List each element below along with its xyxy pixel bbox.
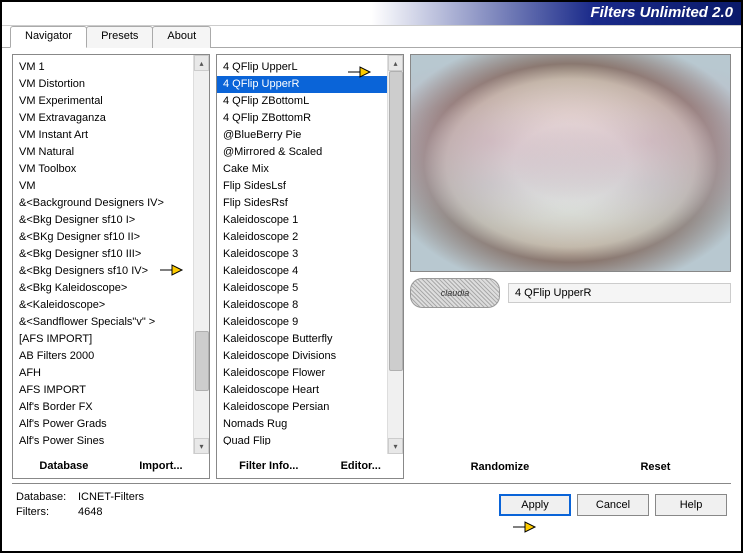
list-item[interactable]: &<BKg Designer sf10 II>: [13, 229, 209, 246]
preview-panel: claudia 4 QFlip UpperR Randomize Reset: [410, 54, 731, 479]
list-item[interactable]: &<Background Designers IV>: [13, 195, 209, 212]
list-item[interactable]: Kaleidoscope 5: [217, 280, 403, 297]
list-item[interactable]: VM Natural: [13, 144, 209, 161]
list-item[interactable]: VM Toolbox: [13, 161, 209, 178]
filter-list[interactable]: 4 QFlip UpperL 4 QFlip UpperR 4 QFlip ZB…: [217, 55, 403, 445]
list-item[interactable]: &<Sandflower Specials"v" >: [13, 314, 209, 331]
filter-info-button[interactable]: Filter Info...: [235, 458, 302, 474]
cancel-button[interactable]: Cancel: [577, 494, 649, 516]
list-item[interactable]: Flip SidesRsf: [217, 195, 403, 212]
scroll-thumb[interactable]: [389, 71, 403, 371]
selected-filter-name: 4 QFlip UpperR: [508, 283, 731, 303]
tab-navigator[interactable]: Navigator: [10, 26, 87, 48]
list-item[interactable]: VM Extravaganza: [13, 110, 209, 127]
category-list[interactable]: VM 1 VM Distortion VM Experimental VM Ex…: [13, 55, 209, 445]
filters-count: 4648: [78, 506, 102, 518]
list-item[interactable]: [AFS IMPORT]: [13, 331, 209, 348]
scroll-down-icon[interactable]: ▾: [194, 438, 209, 454]
list-item[interactable]: Quad Flip: [217, 433, 403, 445]
tab-presets[interactable]: Presets: [86, 26, 153, 48]
list-item[interactable]: Alf's Power Grads: [13, 416, 209, 433]
list-item[interactable]: 4 QFlip UpperL: [217, 59, 403, 76]
list-item[interactable]: VM: [13, 178, 209, 195]
list-item[interactable]: Flip SidesLsf: [217, 178, 403, 195]
list-item[interactable]: VM 1: [13, 59, 209, 76]
list-item[interactable]: AB Filters 2000: [13, 348, 209, 365]
list-item[interactable]: Alf's Border FX: [13, 399, 209, 416]
scroll-down-icon[interactable]: ▾: [388, 438, 403, 454]
watermark-badge: claudia: [410, 278, 500, 308]
list-item[interactable]: VM Instant Art: [13, 127, 209, 144]
database-label: Database:: [16, 490, 78, 505]
database-button[interactable]: Database: [35, 458, 92, 474]
apply-button[interactable]: Apply: [499, 494, 571, 516]
list-item[interactable]: @BlueBerry Pie: [217, 127, 403, 144]
filters-label: Filters:: [16, 505, 78, 520]
list-item[interactable]: &<Bkg Kaleidoscope>: [13, 280, 209, 297]
list-item[interactable]: @Mirrored & Scaled: [217, 144, 403, 161]
list-item[interactable]: VM Distortion: [13, 76, 209, 93]
list-item[interactable]: VM Experimental: [13, 93, 209, 110]
list-item[interactable]: Kaleidoscope 1: [217, 212, 403, 229]
main-content: VM 1 VM Distortion VM Experimental VM Ex…: [2, 47, 741, 483]
scroll-up-icon[interactable]: ▴: [194, 55, 209, 71]
list-item[interactable]: 4 QFlip ZBottomR: [217, 110, 403, 127]
list-item[interactable]: Alf's Power Sines: [13, 433, 209, 445]
list-item[interactable]: AFS IMPORT: [13, 382, 209, 399]
editor-button[interactable]: Editor...: [337, 458, 385, 474]
list-item[interactable]: Kaleidoscope 4: [217, 263, 403, 280]
list-item[interactable]: Kaleidoscope 9: [217, 314, 403, 331]
list-item[interactable]: Kaleidoscope 8: [217, 297, 403, 314]
reset-button[interactable]: Reset: [636, 459, 674, 475]
scroll-thumb[interactable]: [195, 331, 209, 391]
list-item[interactable]: Kaleidoscope Persian: [217, 399, 403, 416]
list-item[interactable]: Cake Mix: [217, 161, 403, 178]
footer: Database:ICNET-Filters Filters:4648 Appl…: [2, 484, 741, 526]
list-item[interactable]: &<Bkg Designer sf10 I>: [13, 212, 209, 229]
list-item[interactable]: 4 QFlip UpperR: [217, 76, 403, 93]
scrollbar[interactable]: ▴ ▾: [193, 55, 209, 454]
list-item[interactable]: Kaleidoscope Divisions: [217, 348, 403, 365]
preview-image: [410, 54, 731, 272]
help-button[interactable]: Help: [655, 494, 727, 516]
list-item[interactable]: 4 QFlip ZBottomL: [217, 93, 403, 110]
list-item[interactable]: Kaleidoscope 3: [217, 246, 403, 263]
tab-about[interactable]: About: [152, 26, 211, 48]
list-item[interactable]: Kaleidoscope Heart: [217, 382, 403, 399]
list-item[interactable]: Kaleidoscope Flower: [217, 365, 403, 382]
list-item[interactable]: Nomads Rug: [217, 416, 403, 433]
scrollbar[interactable]: ▴ ▾: [387, 55, 403, 454]
filter-panel: 4 QFlip UpperL 4 QFlip UpperR 4 QFlip ZB…: [216, 54, 404, 479]
list-item[interactable]: &<Kaleidoscope>: [13, 297, 209, 314]
list-item[interactable]: Kaleidoscope 2: [217, 229, 403, 246]
list-item[interactable]: &<Bkg Designer sf10 III>: [13, 246, 209, 263]
app-title: Filters Unlimited 2.0: [590, 4, 733, 21]
import-button[interactable]: Import...: [135, 458, 186, 474]
tabs-bar: Navigator Presets About: [2, 26, 741, 48]
titlebar: Filters Unlimited 2.0: [2, 2, 741, 26]
list-item[interactable]: AFH: [13, 365, 209, 382]
list-item[interactable]: Kaleidoscope Butterfly: [217, 331, 403, 348]
category-panel: VM 1 VM Distortion VM Experimental VM Ex…: [12, 54, 210, 479]
scroll-up-icon[interactable]: ▴: [388, 55, 403, 71]
database-value: ICNET-Filters: [78, 491, 144, 503]
list-item[interactable]: &<Bkg Designers sf10 IV>: [13, 263, 209, 280]
randomize-button[interactable]: Randomize: [467, 459, 534, 475]
